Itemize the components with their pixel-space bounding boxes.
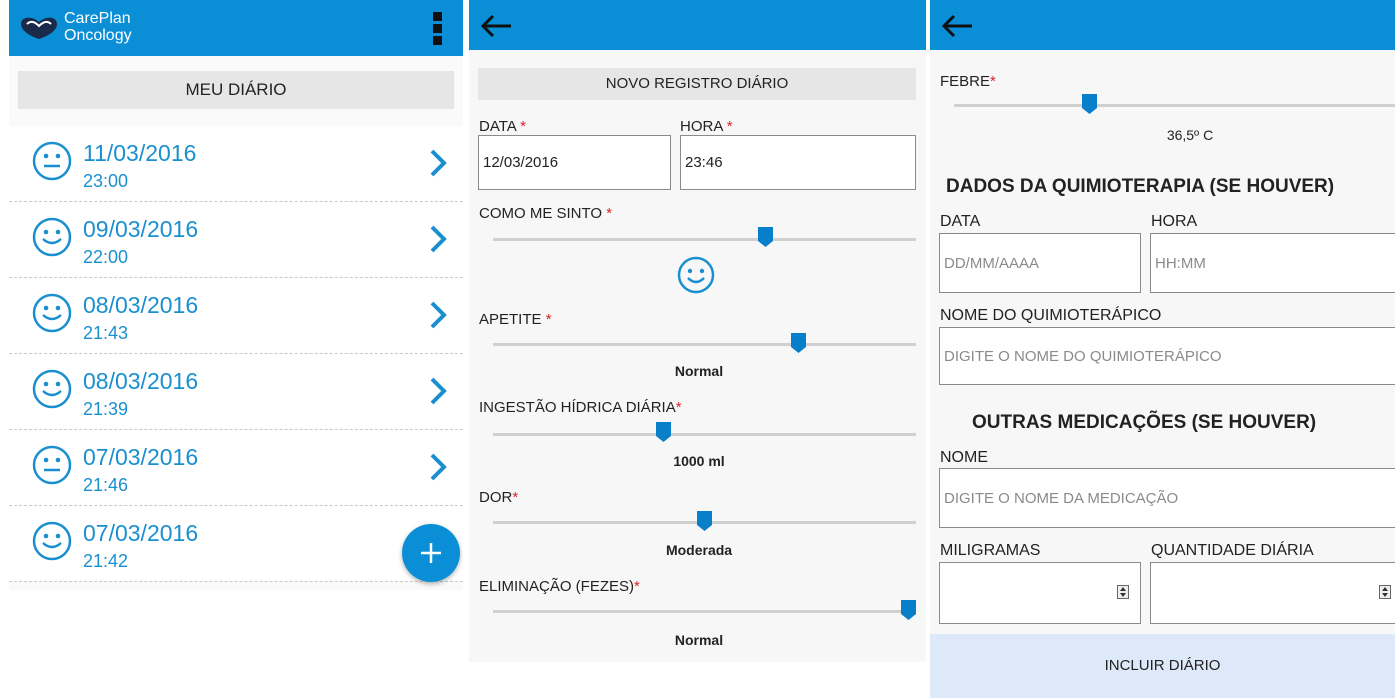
brand-name: CarePlan Oncology xyxy=(64,10,132,44)
entry-date: 08/03/2016 xyxy=(83,292,199,318)
brand-line-1: CarePlan xyxy=(64,10,131,27)
diary-entry-row[interactable]: 09/03/2016 22:00 xyxy=(9,202,463,278)
chevron-right-icon[interactable] xyxy=(427,300,449,330)
water-intake-label: INGESTÃO HÍDRICA DIÁRIA* xyxy=(479,399,682,416)
med-name-field[interactable]: DIGITE O NOME DA MEDICAÇÃO xyxy=(939,468,1395,528)
entry-time: 23:00 xyxy=(83,171,129,191)
entry-date: 08/03/2016 xyxy=(83,368,199,394)
happy-face-icon xyxy=(32,217,72,257)
appetite-value: Normal xyxy=(674,363,724,379)
diary-entry-row[interactable]: 07/03/2016 21:42 xyxy=(9,506,463,582)
entry-details-screen: FEBRE* 36,5º C DADOS DA QUIMIOTERAPIA (S… xyxy=(930,0,1395,698)
spinner-arrows-icon[interactable] xyxy=(1117,585,1129,599)
chemo-date-field[interactable]: DD/MM/AAAA xyxy=(939,233,1141,293)
entry-date: 11/03/2016 xyxy=(83,140,197,166)
milligrams-label: MILIGRAMAS xyxy=(940,542,1041,559)
water-intake-slider-thumb[interactable] xyxy=(656,422,672,442)
app-bar: CarePlan Oncology xyxy=(9,0,463,56)
chevron-right-icon[interactable] xyxy=(427,452,449,482)
neutral-face-icon xyxy=(32,141,72,181)
diary-entry-row[interactable]: 08/03/2016 21:43 xyxy=(9,278,463,354)
add-entry-button[interactable] xyxy=(402,524,460,582)
date-field[interactable]: 12/03/2016 xyxy=(478,135,671,190)
entry-date: 09/03/2016 xyxy=(83,216,199,242)
med-name-label: NOME xyxy=(940,449,988,466)
feeling-slider[interactable] xyxy=(493,238,916,241)
fever-slider-thumb[interactable] xyxy=(1081,94,1097,114)
chemo-time-field[interactable]: HH:MM xyxy=(1150,233,1395,293)
happy-face-icon xyxy=(677,256,715,294)
happy-face-icon xyxy=(32,293,72,333)
pain-slider-thumb[interactable] xyxy=(697,511,712,531)
entry-time: 21:39 xyxy=(83,399,129,419)
date-label: DATA * xyxy=(479,118,526,135)
plus-icon xyxy=(421,543,441,563)
back-arrow-icon[interactable] xyxy=(477,8,513,44)
chevron-right-icon[interactable] xyxy=(427,224,449,254)
elimination-slider-thumb[interactable] xyxy=(901,600,916,620)
new-entry-screen: NOVO REGISTRO DIÁRIO DATA * HORA * 12/03… xyxy=(469,0,926,662)
feeling-label: COMO ME SINTO * xyxy=(479,205,613,222)
back-arrow-icon[interactable] xyxy=(938,8,974,44)
app-bar xyxy=(469,0,926,50)
pain-label: DOR* xyxy=(479,489,519,506)
new-entry-title: NOVO REGISTRO DIÁRIO xyxy=(478,68,916,100)
milligrams-stepper[interactable] xyxy=(939,562,1141,624)
neutral-face-icon xyxy=(32,445,72,485)
spinner-arrows-icon[interactable] xyxy=(1379,585,1391,599)
chevron-right-icon[interactable] xyxy=(427,376,449,406)
entry-time: 21:42 xyxy=(83,551,129,571)
elimination-label: ELIMINAÇÃO (FEZES)* xyxy=(479,578,640,595)
chemo-name-label: NOME DO QUIMIOTERÁPICO xyxy=(940,307,1162,324)
entry-time: 22:00 xyxy=(83,247,129,267)
feeling-slider-thumb[interactable] xyxy=(758,227,774,247)
chemo-name-field[interactable]: DIGITE O NOME DO QUIMIOTERÁPICO xyxy=(939,327,1395,385)
chemo-heading: DADOS DA QUIMIOTERAPIA (SE HOUVER) xyxy=(946,176,1335,197)
happy-face-icon xyxy=(32,369,72,409)
fever-value: 36,5º C xyxy=(1166,127,1214,143)
brand-line-2: Oncology xyxy=(64,27,132,44)
diary-entry-row[interactable]: 11/03/2016 23:00 xyxy=(9,126,463,202)
happy-face-icon xyxy=(32,521,72,561)
overflow-menu-icon[interactable] xyxy=(433,12,443,48)
time-label: HORA * xyxy=(680,118,733,135)
careplan-logo xyxy=(21,17,57,39)
appetite-slider[interactable] xyxy=(493,343,916,346)
elimination-value: Normal xyxy=(674,632,724,648)
other-meds-heading: OUTRAS MEDICAÇÕES (SE HOUVER) xyxy=(972,412,1317,433)
entry-date: 07/03/2016 xyxy=(83,520,199,546)
daily-quantity-stepper[interactable] xyxy=(1150,562,1395,624)
appetite-slider-thumb[interactable] xyxy=(790,333,806,353)
fever-slider[interactable] xyxy=(954,104,1395,107)
chemo-time-label: HORA xyxy=(1151,213,1198,230)
app-bar xyxy=(930,0,1395,50)
diary-list-screen: CarePlan Oncology MEU DIÁRIO 11/03/2016 2… xyxy=(9,0,463,590)
pain-value: Moderada xyxy=(665,542,733,558)
elimination-slider[interactable] xyxy=(493,610,916,613)
entry-time: 21:46 xyxy=(83,475,129,495)
water-intake-slider[interactable] xyxy=(493,433,916,436)
time-field[interactable]: 23:46 xyxy=(680,135,916,190)
chemo-date-label: DATA xyxy=(940,213,981,230)
diary-entry-row[interactable]: 07/03/2016 21:46 xyxy=(9,430,463,506)
diary-title: MEU DIÁRIO xyxy=(18,71,454,109)
daily-quantity-label: QUANTIDADE DIÁRIA xyxy=(1151,542,1314,559)
fever-label: FEBRE* xyxy=(940,73,996,90)
water-intake-value: 1000 ml xyxy=(673,453,725,469)
chevron-right-icon[interactable] xyxy=(427,148,449,178)
entry-time: 21:43 xyxy=(83,323,129,343)
entry-date: 07/03/2016 xyxy=(83,444,199,470)
appetite-label: APETITE * xyxy=(479,311,552,328)
diary-entry-row[interactable]: 08/03/2016 21:39 xyxy=(9,354,463,430)
submit-diary-button[interactable]: INCLUIR DIÁRIO xyxy=(930,634,1395,698)
